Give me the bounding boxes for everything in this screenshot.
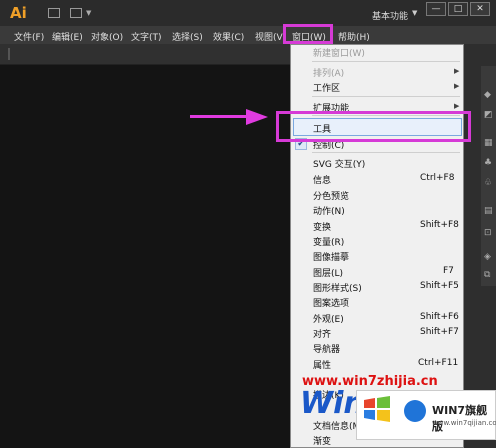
gradient-icon[interactable]: ◩ — [484, 110, 494, 120]
shortcut-attributes: Ctrl+F11 — [418, 358, 459, 368]
shortcut-appearance: Shift+F6 — [420, 312, 459, 322]
stroke-icon[interactable]: ▤ — [484, 206, 494, 216]
control-bar — [0, 44, 290, 65]
menu-item-info[interactable]: 信息 — [313, 173, 331, 186]
shortcut-graphic-styles: Shift+F5 — [420, 281, 459, 291]
layers-icon[interactable]: ◈ — [484, 252, 494, 262]
symbol-icon[interactable]: ◆ — [484, 90, 494, 100]
brush-icon[interactable]: ♣ — [484, 158, 494, 168]
submenu-arrow-icon: ▶ — [454, 67, 460, 75]
shortcut-info: Ctrl+F8 — [420, 173, 455, 183]
menu-window-highlight-frame — [283, 24, 333, 44]
menu-separator — [312, 96, 460, 97]
transform-icon[interactable]: ⊡ — [484, 228, 494, 238]
menu-separator — [312, 152, 460, 153]
menu-type[interactable]: 文字(T) — [131, 30, 162, 43]
artboards-icon[interactable]: ⧉ — [484, 270, 494, 280]
shortcut-layers: F7 — [443, 266, 454, 276]
swatches-icon[interactable]: ▦ — [484, 138, 494, 148]
menu-item-svg-interactivity[interactable]: SVG 交互(Y) — [313, 157, 365, 170]
submenu-arrow-icon: ▶ — [454, 82, 460, 90]
control-bar-grip[interactable] — [8, 48, 10, 60]
chevron-down-icon[interactable]: ▼ — [412, 9, 417, 17]
workspace-switcher[interactable]: 基本功能 — [372, 9, 408, 22]
menu-help[interactable]: 帮助(H) — [338, 30, 370, 43]
menu-item-actions[interactable]: 动作(N) — [313, 204, 345, 217]
submenu-arrow-icon: ▶ — [454, 102, 460, 110]
menu-effect[interactable]: 效果(C) — [213, 30, 244, 43]
menu-item-pattern-options[interactable]: 图案选项 — [313, 296, 349, 309]
app-logo: Ai — [10, 4, 27, 22]
watermark-site: www.win7qijian.com — [432, 419, 496, 427]
menu-edit[interactable]: 编辑(E) — [52, 30, 83, 43]
menu-separator — [312, 61, 460, 62]
pointer-arrow-icon — [246, 109, 268, 125]
menu-item-attributes[interactable]: 属性 — [313, 358, 331, 371]
menu-item-new-window[interactable]: 新建窗口(W) — [313, 46, 365, 59]
tools-highlight-frame — [276, 111, 471, 142]
menu-item-separations-preview[interactable]: 分色预览 — [313, 189, 349, 202]
shortcut-transform: Shift+F8 — [420, 220, 459, 230]
menu-object[interactable]: 对象(O) — [91, 30, 123, 43]
bridge-icon[interactable] — [48, 8, 60, 18]
menu-item-workspace[interactable]: 工作区 — [313, 81, 340, 94]
menu-item-appearance[interactable]: 外观(E) — [313, 312, 344, 325]
minimize-button[interactable]: — — [426, 2, 446, 16]
menu-item-layers[interactable]: 图层(L) — [313, 266, 343, 279]
menu-item-arrange[interactable]: 排列(A) — [313, 66, 344, 79]
chevron-down-icon[interactable]: ▼ — [86, 9, 91, 17]
browser-icon — [404, 400, 426, 422]
menu-item-gradient[interactable]: 渐变 — [313, 434, 331, 447]
shortcut-align: Shift+F7 — [420, 327, 459, 337]
menu-select[interactable]: 选择(S) — [172, 30, 203, 43]
windows-flag-icon — [364, 396, 390, 422]
menu-item-graphic-styles[interactable]: 图形样式(S) — [313, 281, 362, 294]
pointer-arrow-shaft — [190, 115, 248, 118]
close-button[interactable]: ✕ — [470, 2, 490, 16]
menu-item-navigator[interactable]: 导航器 — [313, 342, 340, 355]
menu-item-variables[interactable]: 变量(R) — [313, 235, 344, 248]
menu-item-align[interactable]: 对齐 — [313, 327, 331, 340]
arrange-documents-icon[interactable] — [70, 8, 82, 18]
menu-file[interactable]: 文件(F) — [14, 30, 44, 43]
watermark-name: WIN7旗舰版 — [432, 404, 488, 433]
menu-item-transform[interactable]: 变换 — [313, 220, 331, 233]
menu-item-image-trace[interactable]: 图像描摹 — [313, 250, 349, 263]
menu-view[interactable]: 视图(V — [255, 30, 283, 43]
restore-button[interactable]: □ — [448, 2, 468, 16]
club-icon[interactable]: ♧ — [484, 178, 494, 188]
